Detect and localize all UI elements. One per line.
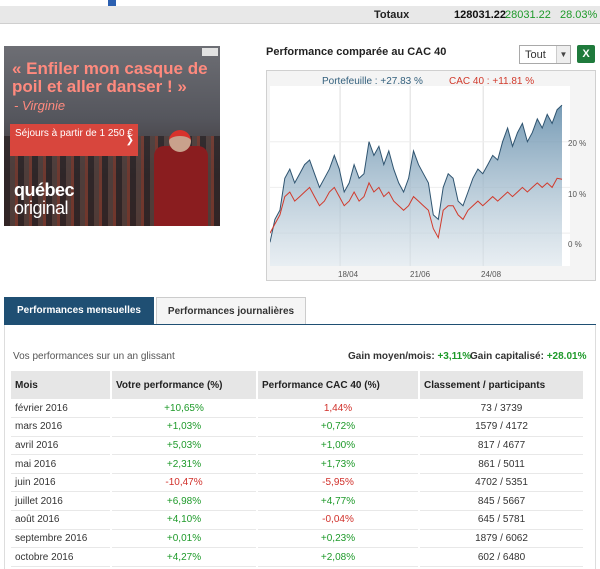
ad-brand-line1: québec (14, 180, 75, 200)
ad-author: - Virginie (14, 98, 66, 113)
row-month: mars 2016 (11, 417, 112, 437)
row-cac-perf: +1,00% (257, 436, 420, 456)
row-cac-perf: +0,23% (257, 529, 420, 549)
performance-table: Mois Votre performance (%) Performance C… (11, 371, 585, 567)
col-header-rank: Classement / participants (419, 371, 585, 399)
col-header-cac-perf: Performance CAC 40 (%) (257, 371, 420, 399)
row-your-perf: +1,03% (111, 417, 258, 437)
table-row: juin 2016 -10,47% -5,95% 4702 / 5351 (11, 473, 585, 493)
chevron-right-icon: ❯ (125, 135, 134, 146)
x-tick-3: 24/08 (481, 270, 502, 279)
period-select[interactable]: Tout ▼ (519, 45, 571, 64)
row-month: juin 2016 (11, 473, 112, 493)
row-cac-perf: -0,04% (257, 510, 420, 530)
period-select-value: Tout (525, 49, 546, 61)
ad-brand-logo: québec original (14, 180, 75, 218)
y-tick-10: 10 % (568, 190, 587, 199)
gain-month-label: Gain moyen/mois: (348, 351, 435, 362)
row-your-perf: +6,98% (111, 491, 258, 512)
table-row: avril 2016 +5,03% +1,00% 817 / 4677 (11, 436, 585, 456)
row-month: juillet 2016 (11, 491, 112, 512)
totals-label: Totaux (374, 9, 410, 21)
x-tick-1: 18/04 (338, 270, 359, 279)
row-month: février 2016 (11, 399, 112, 419)
ad-dj-figure (154, 146, 208, 226)
table-row: octobre 2016 +4,27% +2,08% 602 / 6480 (11, 547, 585, 567)
row-month: août 2016 (11, 510, 112, 530)
row-your-perf: +10,65% (111, 399, 258, 419)
row-your-perf: -10,47% (111, 473, 258, 493)
row-rank: 73 / 3739 (419, 399, 585, 419)
chevron-down-icon[interactable]: ▼ (556, 46, 570, 63)
gain-month-value: +3,11% (437, 351, 472, 362)
row-your-perf: +4,27% (111, 547, 258, 567)
gain-cap-value: +28.01% (546, 351, 587, 362)
excel-export-icon[interactable]: X (577, 45, 595, 63)
row-rank: 602 / 6480 (419, 547, 585, 567)
col-header-month: Mois (11, 371, 112, 399)
totals-value: 128031.22 (454, 9, 506, 21)
row-rank: 1579 / 4172 (419, 417, 585, 437)
row-cac-perf: -5,95% (257, 473, 420, 493)
row-cac-perf: +4,77% (257, 491, 420, 512)
row-rank: 845 / 5667 (419, 491, 585, 512)
performance-chart (270, 86, 570, 266)
gain-cap-label: Gain capitalisé: (470, 351, 544, 362)
row-rank: 861 / 5011 (419, 454, 585, 474)
row-rank: 1879 / 6062 (419, 529, 585, 549)
table-row: août 2016 +4,10% -0,04% 645 / 5781 (11, 510, 585, 530)
ad-offer-button[interactable]: Séjours à partir de 1 250 € ❯ (10, 124, 138, 156)
table-row: juillet 2016 +6,98% +4,77% 845 / 5667 (11, 491, 585, 512)
ad-quote: « Enfiler mon casque de poil et aller da… (12, 59, 208, 96)
y-tick-20: 20 % (568, 139, 587, 148)
ad-dj-head (169, 130, 191, 152)
gain-capitalized: Gain capitalisé: +28.01% (470, 351, 586, 362)
row-month: avril 2016 (11, 436, 112, 456)
ad-brand-line2: original (14, 198, 69, 218)
ad-offer-label: Séjours à partir de 1 250 € (15, 128, 133, 139)
row-your-perf: +4,10% (111, 510, 258, 530)
table-header-row: Mois Votre performance (%) Performance C… (11, 371, 585, 399)
row-your-perf: +2,31% (111, 454, 258, 474)
table-row: février 2016 +10,65% 1,44% 73 / 3739 (11, 399, 585, 419)
tab-daily-performance[interactable]: Performances journalières (156, 297, 306, 325)
row-cac-perf: 1,44% (257, 399, 420, 419)
row-your-perf: +0,01% (111, 529, 258, 549)
col-header-your-perf: Votre performance (%) (111, 371, 258, 399)
row-cac-perf: +2,08% (257, 547, 420, 567)
page: Totaux 128031.22 28031.22 28.03% « Enfil… (0, 0, 600, 569)
table-row: septembre 2016 +0,01% +0,23% 1879 / 6062 (11, 529, 585, 549)
ad-choices-icon[interactable] (202, 48, 218, 56)
gain-month: Gain moyen/mois: +3,11% (348, 351, 471, 362)
row-rank: 4702 / 5351 (419, 473, 585, 493)
row-month: septembre 2016 (11, 529, 112, 549)
row-cac-perf: +1,73% (257, 454, 420, 474)
row-your-perf: +5,03% (111, 436, 258, 456)
row-rank: 817 / 4677 (419, 436, 585, 456)
row-month: octobre 2016 (11, 547, 112, 567)
table-row: mai 2016 +2,31% +1,73% 861 / 5011 (11, 454, 585, 474)
table-row: mars 2016 +1,03% +0,72% 1579 / 4172 (11, 417, 585, 437)
row-month: mai 2016 (11, 454, 112, 474)
totals-percent: 28.03% (560, 9, 598, 21)
x-tick-2: 21/06 (410, 270, 431, 279)
totals-bar: Totaux 128031.22 28031.22 28.03% (0, 6, 600, 24)
row-cac-perf: +0,72% (257, 417, 420, 437)
row-rank: 645 / 5781 (419, 510, 585, 530)
tab-monthly-performance[interactable]: Performances mensuelles (4, 297, 154, 325)
chart-title: Performance comparée au CAC 40 (266, 46, 447, 58)
advertisement-banner[interactable]: « Enfiler mon casque de poil et aller da… (4, 46, 220, 226)
y-tick-0: 0 % (568, 240, 582, 249)
totals-gain: 28031.22 (505, 9, 551, 21)
panel-subhead: Vos performances sur un an glissant (13, 351, 175, 362)
